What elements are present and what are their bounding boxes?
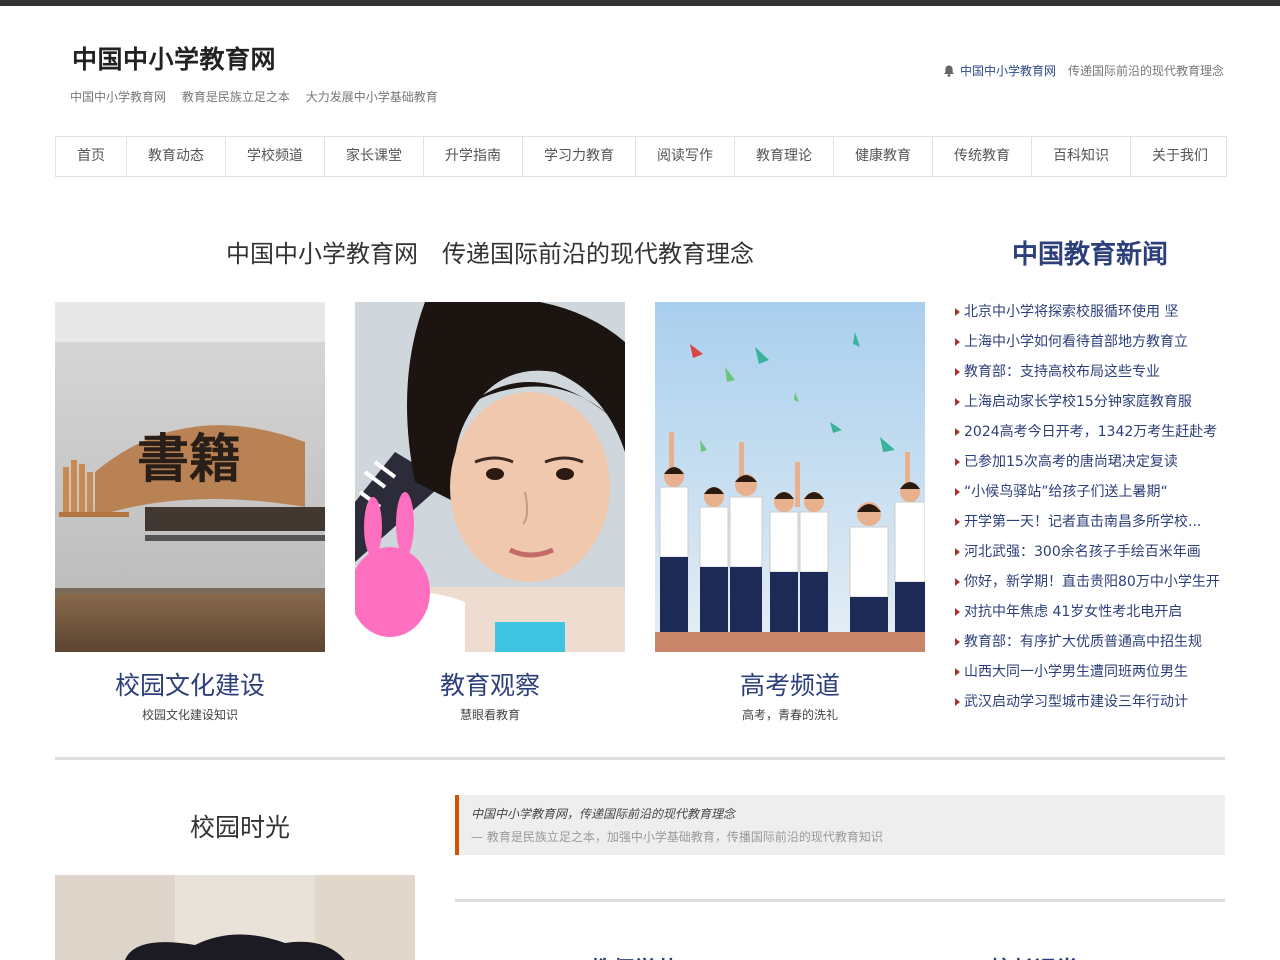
news-item[interactable]: 北京中小学将探索校服循环使用 坚 bbox=[955, 297, 1225, 327]
card-title[interactable]: 教育观察 bbox=[355, 666, 625, 702]
nav-item[interactable]: 健康教育 bbox=[834, 137, 933, 176]
tagline-part: 教育是民族立足之本 bbox=[181, 90, 290, 104]
top-bar bbox=[0, 0, 1280, 6]
news-item[interactable]: 上海启动家长学校15分钟家庭教育服 bbox=[955, 387, 1225, 417]
feature-card: 書籍 校园文化建设 校园文化建设知识 bbox=[55, 302, 325, 723]
news-item[interactable]: 武汉启动学习型城市建设三年行动计 bbox=[955, 687, 1225, 717]
main-nav: 首页 教育动态 学校频道 家长课堂 升学指南 学习力教育 阅读写作 教育理论 健… bbox=[55, 136, 1227, 177]
nav-item[interactable]: 教育理论 bbox=[735, 137, 834, 176]
section-title: 中国中小学教育网 传递国际前沿的现代教育理念 bbox=[226, 240, 754, 268]
card-subtitle: 慧眼看教育 bbox=[459, 708, 520, 722]
news-item[interactable]: 上海中小学如何看待首部地方教育立 bbox=[955, 327, 1225, 357]
news-item[interactable]: 山西大同一小学男生遭同班两位男生 bbox=[955, 657, 1225, 687]
news-item[interactable]: 开学第一天！记者直击南昌多所学校... bbox=[955, 507, 1225, 537]
nav-item[interactable]: 升学指南 bbox=[424, 137, 523, 176]
nav-item[interactable]: 阅读写作 bbox=[636, 137, 735, 176]
card-image-culture-wall[interactable]: 書籍 bbox=[55, 302, 325, 652]
news-item[interactable]: 你好，新学期！直击贵阳80万中小学生开 bbox=[955, 567, 1225, 597]
column-title[interactable]: 教师学苑 bbox=[590, 952, 678, 960]
site-tagline: 中国中小学教育网 教育是民族立足之本 大力发展中小学基础教育 bbox=[70, 88, 450, 105]
nav-item[interactable]: 学习力教育 bbox=[523, 137, 636, 176]
feature-card: 高考频道 高考，青春的洗礼 bbox=[655, 302, 925, 723]
notice-site-link[interactable]: 中国中小学教育网 bbox=[960, 62, 1056, 79]
nav-item[interactable]: 传统教育 bbox=[933, 137, 1032, 176]
nav-item[interactable]: 教育动态 bbox=[127, 137, 226, 176]
tagline-part: 大力发展中小学基础教育 bbox=[305, 90, 438, 104]
section-divider bbox=[455, 899, 1225, 902]
side-section-title: 校园时光 bbox=[189, 813, 290, 842]
side-image-student[interactable] bbox=[55, 875, 415, 960]
card-subtitle: 校园文化建设知识 bbox=[141, 708, 238, 722]
news-item[interactable]: “小候鸟驿站”给孩子们送上暑期“ bbox=[955, 477, 1225, 507]
news-item[interactable]: 已参加15次高考的唐尚珺决定复读 bbox=[955, 447, 1225, 477]
card-title[interactable]: 校园文化建设 bbox=[55, 666, 325, 702]
news-item[interactable]: 对抗中年焦虑 41岁女性考北电开启 bbox=[955, 597, 1225, 627]
news-item[interactable]: 教育部：支持高校布局这些专业 bbox=[955, 357, 1225, 387]
nav-item[interactable]: 家长课堂 bbox=[325, 137, 424, 176]
feature-card: 教育观察 慧眼看教育 bbox=[355, 302, 625, 723]
quote-subline: — 教育是民族立足之本，加强中小学基础教育，传播国际前沿的现代教育知识 bbox=[471, 830, 883, 844]
nav-item[interactable]: 首页 bbox=[56, 137, 127, 176]
card-image-graduation[interactable] bbox=[655, 302, 925, 652]
quote-box: 中国中小学教育网，传递国际前沿的现代教育理念 — 教育是民族立足之本，加强中小学… bbox=[455, 795, 1225, 855]
nav-item[interactable]: 学校频道 bbox=[226, 137, 325, 176]
card-image-student-girl[interactable] bbox=[355, 302, 625, 652]
nav-item[interactable]: 百科知识 bbox=[1032, 137, 1131, 176]
news-item[interactable]: 河北武强：300余名孩子手绘百米年画 bbox=[955, 537, 1225, 567]
news-list: 北京中小学将探索校服循环使用 坚 上海中小学如何看待首部地方教育立 教育部：支持… bbox=[955, 297, 1225, 717]
card-subtitle: 高考，青春的洗礼 bbox=[741, 708, 838, 722]
section-divider bbox=[55, 757, 1225, 760]
site-logo[interactable]: 中国中小学教育网 bbox=[72, 40, 276, 76]
quote-line: 中国中小学教育网，传递国际前沿的现代教育理念 bbox=[471, 807, 736, 821]
notice-text: 传递国际前沿的现代教育理念 bbox=[1067, 64, 1224, 78]
news-section-title: 中国教育新闻 bbox=[1011, 240, 1168, 270]
column-title[interactable]: 校长课堂 bbox=[990, 952, 1078, 960]
card-image-text: 書籍 bbox=[137, 429, 241, 490]
news-item[interactable]: 2024高考今日开考，1342万考生赶赴考 bbox=[955, 417, 1225, 447]
news-item[interactable]: 教育部：有序扩大优质普通高中招生规 bbox=[955, 627, 1225, 657]
card-title[interactable]: 高考频道 bbox=[655, 666, 925, 702]
bell-icon bbox=[942, 64, 956, 78]
header-notice: 中国中小学教育网 传递国际前沿的现代教育理念 bbox=[942, 62, 1224, 79]
nav-item[interactable]: 关于我们 bbox=[1131, 137, 1229, 176]
tagline-part: 中国中小学教育网 bbox=[70, 90, 167, 104]
